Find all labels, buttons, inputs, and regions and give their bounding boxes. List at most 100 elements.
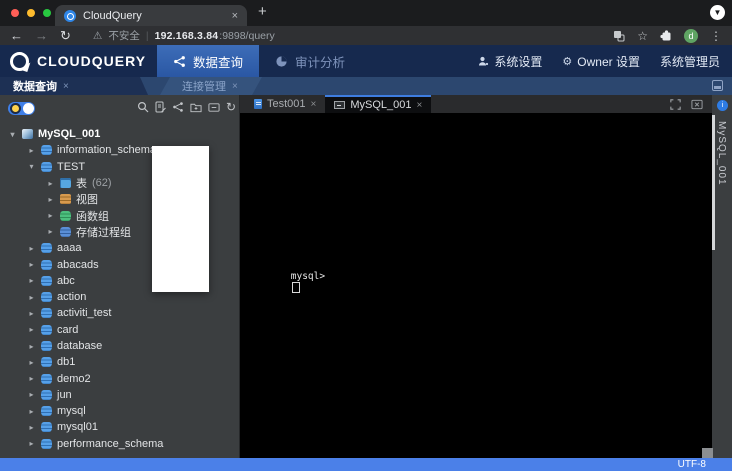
context-menu-item[interactable] (152, 189, 209, 209)
expand-arrow-icon[interactable]: ▾ (8, 130, 17, 139)
refresh-icon[interactable]: ↻ (226, 101, 236, 113)
expand-arrow-icon[interactable]: ▸ (27, 407, 36, 416)
browser-tab[interactable]: CloudQuery × (55, 5, 247, 26)
owner-settings-button[interactable]: ⚙ Owner 设置 (562, 53, 640, 70)
new-folder-icon[interactable] (190, 102, 202, 113)
expand-arrow-icon[interactable]: ▸ (46, 211, 55, 220)
expand-arrow-icon[interactable]: ▸ (27, 276, 36, 285)
translate-icon[interactable] (613, 30, 625, 42)
expand-arrow-icon[interactable]: ▸ (27, 439, 36, 448)
downloads-button[interactable]: ▼ (710, 5, 725, 20)
tab-close-icon[interactable]: × (63, 81, 69, 92)
macos-minimize-button[interactable] (27, 9, 35, 17)
share-link-icon[interactable] (172, 101, 184, 113)
context-menu-item[interactable] (152, 249, 209, 269)
expand-arrow-icon[interactable]: ▸ (27, 260, 36, 269)
console-indicator-icon[interactable]: i (717, 100, 728, 111)
forward-button[interactable]: → (35, 29, 48, 42)
expand-arrow-icon[interactable]: ▸ (46, 179, 55, 188)
expand-arrow-icon[interactable]: ▸ (27, 390, 36, 399)
tree-item-icon (60, 210, 71, 221)
workspace-tab-connection-mgmt[interactable]: 连接管理 × (160, 77, 262, 95)
expand-arrow-icon[interactable]: ▸ (27, 146, 36, 155)
terminal-scrollbar[interactable] (712, 115, 715, 250)
context-menu-item[interactable] (152, 269, 209, 289)
search-icon[interactable] (137, 101, 149, 113)
tree-item[interactable]: ▸ demo2 (0, 370, 239, 386)
security-warning-icon[interactable]: ⚠ (93, 30, 102, 42)
tree-item[interactable]: ▸ mysql01 (0, 419, 239, 435)
app-window: CloudQuery × + ▼ ← → ↻ ⚠ 不安全 | 192.168.3… (0, 0, 732, 471)
panel-toggle-icon[interactable] (712, 80, 723, 91)
tree-item-icon (41, 324, 52, 335)
tab-close-icon[interactable]: × (232, 10, 238, 22)
context-menu-item[interactable] (152, 209, 209, 229)
expand-arrow-icon[interactable]: ▸ (27, 358, 36, 367)
expand-arrow-icon[interactable]: ▸ (27, 423, 36, 432)
tree-item[interactable]: ▸ activiti_test (0, 305, 239, 321)
expand-arrow-icon[interactable]: ▸ (27, 342, 36, 351)
tree-item-icon (41, 275, 52, 286)
close-panel-icon[interactable] (691, 99, 703, 110)
expand-arrow-icon[interactable]: ▸ (46, 227, 55, 236)
browser-tab-title: CloudQuery (83, 9, 142, 22)
theme-toggle[interactable] (8, 102, 35, 115)
fullscreen-icon[interactable] (670, 98, 681, 110)
tree-item[interactable]: ▾ MySQL_001 (0, 126, 239, 142)
expand-arrow-icon[interactable]: ▸ (27, 309, 36, 318)
bookmark-star-icon[interactable]: ☆ (637, 30, 648, 42)
tree-item-icon (60, 226, 71, 237)
tree-item[interactable]: ▸ db1 (0, 354, 239, 370)
browser-menu-icon[interactable]: ⋮ (710, 30, 722, 42)
address-bar[interactable]: ⚠ 不安全 | 192.168.3.84 :9898/query (83, 28, 601, 43)
mysql-terminal[interactable]: mysql> (240, 113, 712, 458)
macos-zoom-button[interactable] (43, 9, 51, 17)
tree-item-label: 表 (76, 178, 87, 191)
right-panel-label[interactable]: MySQL_001 (716, 121, 727, 186)
tab-close-icon[interactable]: × (311, 99, 317, 110)
tree-item[interactable]: ▸ database (0, 338, 239, 354)
owner-settings-icon: ⚙ (562, 55, 573, 68)
nav-data-query[interactable]: 数据查询 (157, 45, 260, 77)
new-tab-button[interactable]: + (258, 3, 267, 20)
nav-audit-analysis[interactable]: 审计分析 (259, 45, 361, 77)
expand-arrow-icon[interactable]: ▸ (27, 374, 36, 383)
header-action-label: 系统设置 (494, 54, 543, 69)
extensions-puzzle-icon[interactable] (660, 29, 672, 42)
workspace-tab-data-query[interactable]: 数据查询 × (0, 77, 148, 95)
context-menu-item[interactable] (152, 169, 209, 189)
context-menu-item[interactable] (152, 149, 209, 169)
macos-close-button[interactable] (11, 9, 19, 17)
tree-item-icon (41, 259, 52, 270)
tree-item[interactable]: ▸ card (0, 322, 239, 338)
tree-item-icon (41, 357, 52, 368)
profile-avatar[interactable]: d (684, 28, 698, 43)
expand-arrow-icon[interactable]: ▸ (27, 325, 36, 334)
tree-item[interactable]: ▸ performance_schema (0, 436, 239, 452)
new-query-icon[interactable] (155, 101, 166, 113)
tree-item-count: (62) (92, 177, 112, 190)
expand-arrow-icon[interactable]: ▸ (27, 244, 36, 253)
tab-close-icon[interactable]: × (232, 81, 238, 92)
tree-item-icon (41, 389, 52, 400)
editor-tab[interactable]: MySQL_001 × (325, 95, 432, 113)
collapse-all-icon[interactable] (208, 102, 220, 113)
tree-item[interactable]: ▸ mysql (0, 403, 239, 419)
system-settings-button[interactable]: 系统设置 (478, 53, 542, 70)
expand-arrow-icon[interactable]: ▾ (27, 162, 36, 171)
tab-close-icon[interactable]: × (417, 100, 423, 111)
back-button[interactable]: ← (10, 29, 23, 42)
expand-arrow-icon[interactable]: ▸ (27, 293, 36, 302)
tree-item[interactable]: ▸ jun (0, 387, 239, 403)
current-user-menu[interactable]: 系统管理员 (660, 53, 720, 70)
editor-tab[interactable]: Test001 × (245, 95, 325, 113)
expand-arrow-icon[interactable]: ▸ (46, 195, 55, 204)
reload-button[interactable]: ↻ (60, 29, 71, 42)
header-action-label: Owner 设置 (577, 54, 640, 69)
right-panel-strip[interactable]: i MySQL_001 (712, 95, 732, 458)
context-menu-item[interactable] (152, 229, 209, 249)
